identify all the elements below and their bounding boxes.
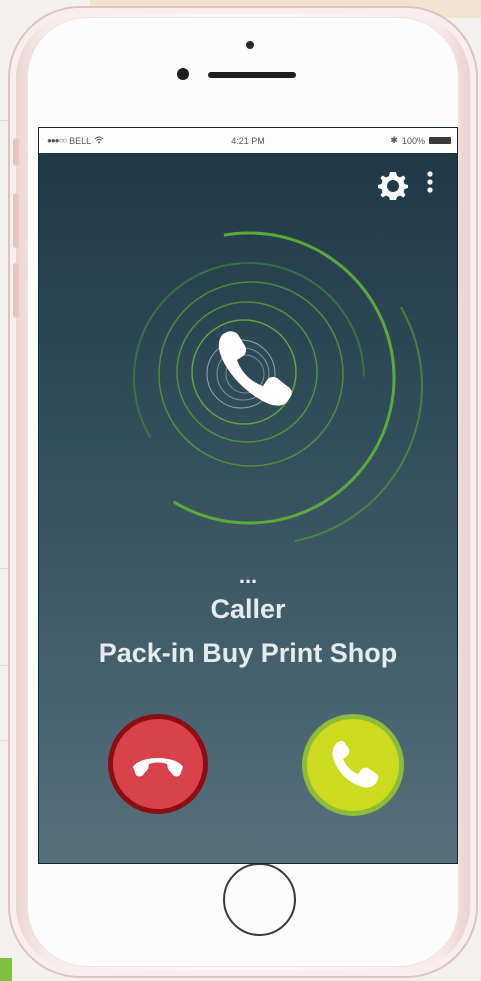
- earpiece-speaker: [208, 72, 296, 78]
- phone-screen: ●●●○○ BELL 4:21 PM ✱ 100% ... Caller Pac…: [38, 127, 458, 864]
- caller-label: Caller: [210, 594, 286, 624]
- background-accent: [0, 958, 12, 981]
- call-status: ...: [238, 563, 258, 588]
- phone-answer-icon: [332, 740, 379, 788]
- gear-icon[interactable]: [377, 170, 409, 202]
- phone-hangup-icon: [133, 758, 183, 777]
- volume-down-button: [13, 263, 19, 318]
- mute-switch: [13, 138, 19, 166]
- front-camera: [177, 68, 189, 80]
- home-button[interactable]: [223, 863, 296, 936]
- proximity-sensor: [246, 41, 254, 49]
- phone-call-icon: [218, 331, 292, 406]
- decline-call-button[interactable]: [108, 714, 208, 814]
- more-vertical-icon[interactable]: [425, 170, 435, 196]
- accept-call-button[interactable]: [302, 714, 404, 816]
- volume-up-button: [13, 193, 19, 248]
- caller-name: Pack-in Buy Print Shop: [98, 638, 398, 668]
